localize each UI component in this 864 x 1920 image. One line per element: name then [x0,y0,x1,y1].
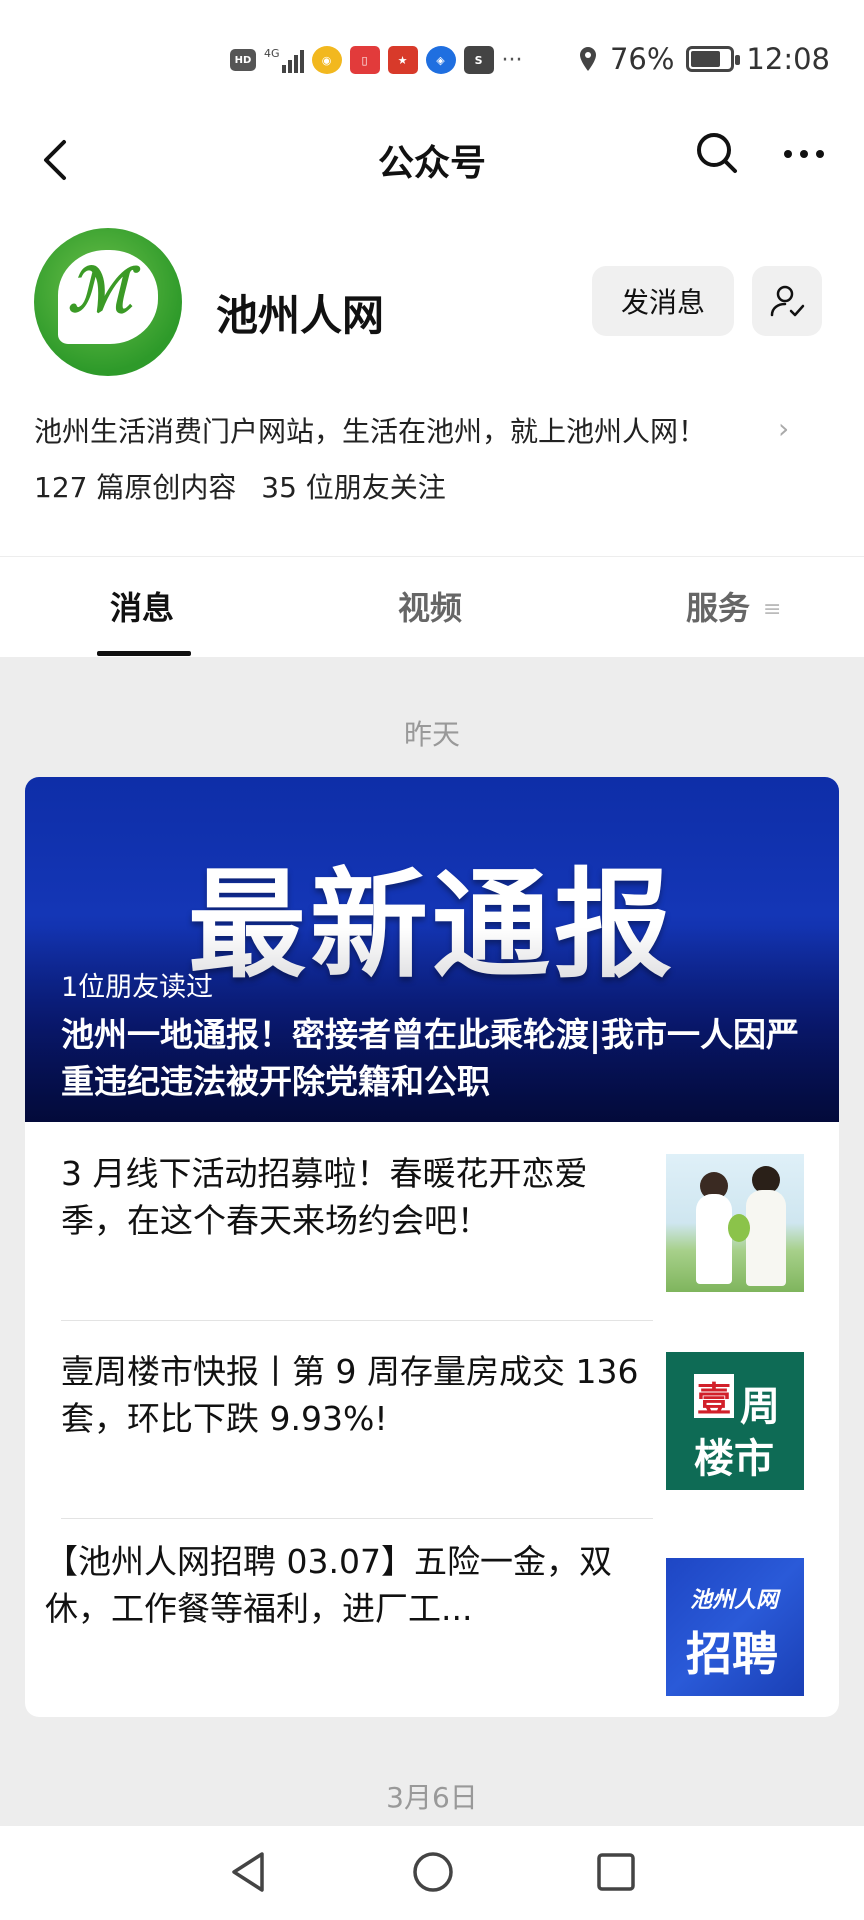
thumb-label: 周 [740,1384,780,1430]
battery-icon [686,46,741,72]
thumb-label: 池州人网 [690,1588,779,1613]
app-icon: S [463,46,494,74]
location-icon [579,47,596,71]
account-name: 池州人网 [216,291,385,340]
top-nav-bar: 公众号 [0,110,864,220]
back-triangle-icon[interactable] [226,1848,270,1896]
hero-article-title: 池州一地通报！密接者曾在此乘轮渡|我市一人因严重违纪违法被开除党籍和公职 [61,1015,800,1101]
account-stats: 127 篇原创内容 35 位朋友关注 [34,466,446,506]
thumb-label: 楼市 [694,1436,774,1482]
hero-article[interactable]: 最新通报 1位朋友读过 池州一地通报！密接者曾在此乘轮渡|我市一人因严重违纪违法… [25,777,839,1122]
tab-messages[interactable]: 消息 [110,583,174,629]
gift-icon: ★ [387,46,418,74]
list-item[interactable]: 3 月线下活动招募啦！春暖花开恋爱季，在这个春天来场约会吧！ [25,1122,839,1320]
article-title: 壹周楼市快报丨第 9 周存量房成交 136 套，环比下跌 9.93%! [61,1352,639,1438]
article-thumbnail-couple [666,1154,804,1292]
thumb-label: 壹 [694,1374,734,1420]
date-separator: 昨天 [403,718,460,751]
network-type-label: 4G [264,47,280,60]
avatar-logo-icon: ℳ [68,256,133,326]
battery-percent: 76% [609,42,675,76]
active-tab-indicator [97,651,191,656]
system-navigation-bar [0,1826,864,1920]
account-profile: ℳ 池州人网 发消息 池州生活消费门户网站，生活在池州，就上池州人网！ › 12… [0,220,864,556]
article-card: 最新通报 1位朋友读过 池州一地通报！密接者曾在此乘轮渡|我市一人因严重违纪违法… [25,777,839,1717]
article-thumbnail-recruit: 池州人网 招聘 [666,1558,804,1696]
bulb-icon: ◈ [425,46,456,74]
recents-square-icon[interactable] [594,1848,638,1896]
friends-read-count: 1位朋友读过 [61,972,214,1003]
article-title: 【池州人网招聘 03.07】五险一金，双休，工作餐等福利，进厂工... [45,1542,612,1628]
tab-bar: 消息 视频 服务 ≡ [0,557,864,657]
tab-services[interactable]: 服务 [686,583,750,629]
original-articles-count: 127 篇原创内容 [34,471,237,504]
home-circle-icon[interactable] [410,1848,456,1896]
more-dots-icon: ··· [501,47,523,73]
status-notification-icons: HD 4G ◉ ▯ ★ ◈ S ··· [230,46,523,74]
account-description[interactable]: 池州生活消费门户网站，生活在池州，就上池州人网！ [34,410,706,450]
menu-lines-icon[interactable]: ≡ [763,597,781,622]
send-message-button[interactable]: 发消息 [592,266,734,336]
more-options-icon[interactable] [776,126,832,182]
date-separator: 3月6日 [386,1781,478,1814]
clock: 12:08 [746,42,830,76]
article-thumbnail-housing: 壹 周 楼市 [666,1352,804,1490]
weibo-icon: ◉ [311,46,342,74]
hd-icon: HD [230,49,256,71]
status-bar: HD 4G ◉ ▯ ★ ◈ S ··· 76% 12:08 [0,0,864,110]
list-item[interactable]: 【池州人网招聘 03.07】五险一金，双休，工作餐等福利，进厂工... 池州人网… [25,1498,839,1696]
search-icon[interactable] [690,126,746,182]
user-check-icon [770,285,805,317]
thumb-label: 招聘 [686,1627,778,1681]
account-avatar[interactable]: ℳ [34,228,182,376]
follow-status-button[interactable] [752,266,822,336]
friends-following-count: 35 位朋友关注 [261,471,446,504]
signal-icon: 4G [264,47,304,73]
chevron-right-icon[interactable]: › [778,412,789,445]
tab-videos[interactable]: 视频 [398,583,462,629]
book-icon: ▯ [349,46,380,74]
battery-level [691,51,721,67]
article-title: 3 月线下活动招募啦！春暖花开恋爱季，在这个春天来场约会吧！ [61,1154,588,1240]
list-item[interactable]: 壹周楼市快报丨第 9 周存量房成交 136 套，环比下跌 9.93%! 壹 周 … [25,1320,839,1518]
